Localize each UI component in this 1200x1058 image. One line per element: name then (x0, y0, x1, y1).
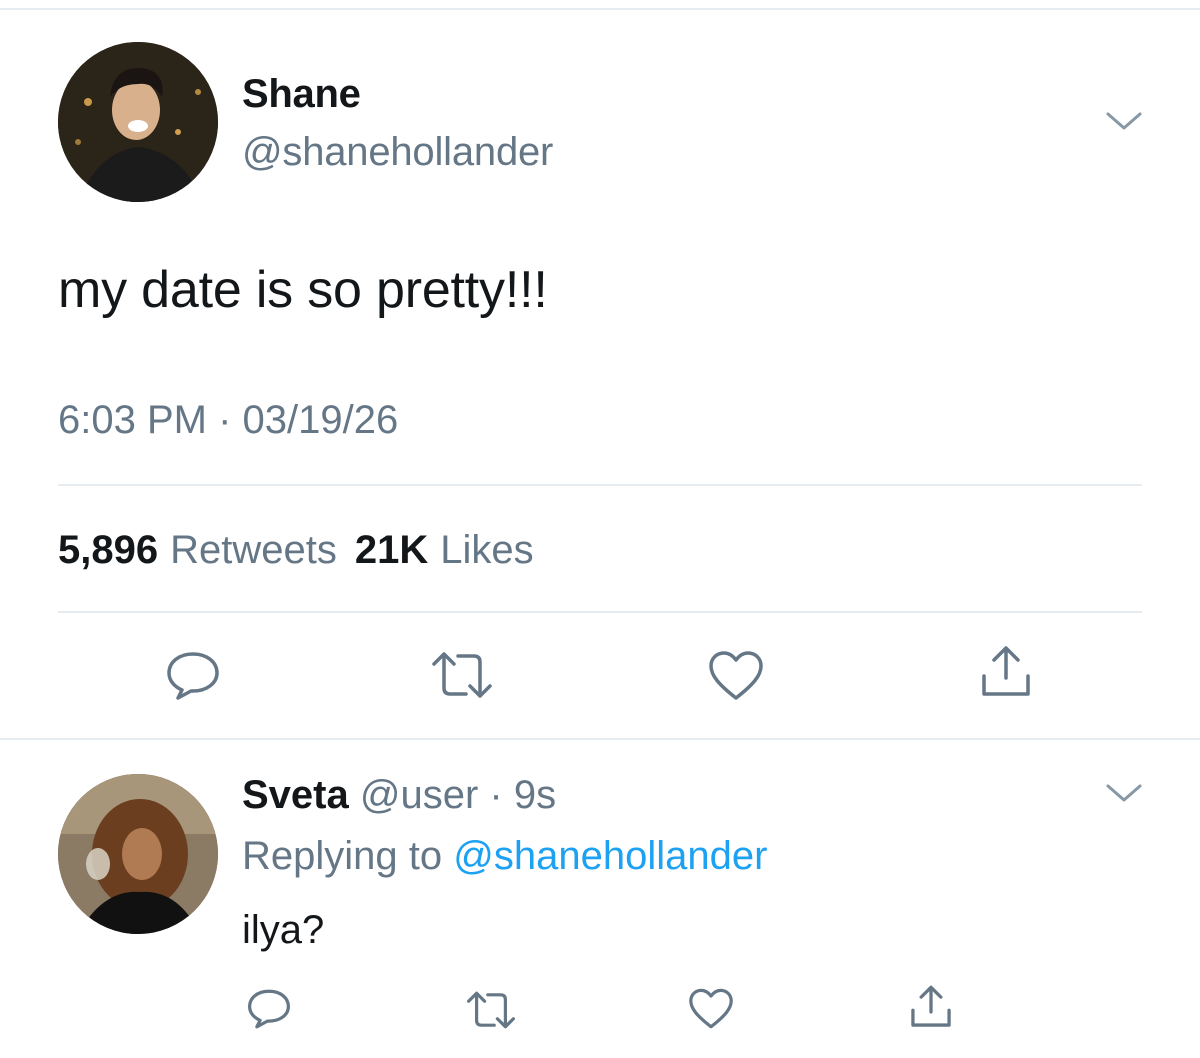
reply-author-name[interactable]: Sveta (242, 773, 349, 817)
reply-text: ilya? (242, 908, 325, 952)
tweet-stats: 5,896 Retweets 21K Likes (58, 528, 540, 573)
likes-count[interactable]: 21K (355, 528, 428, 573)
share-icon (982, 646, 1030, 696)
replying-to: Replying to @shanehollander (242, 834, 767, 879)
replying-handle-link[interactable]: @shanehollander (453, 834, 767, 878)
retweets-count[interactable]: 5,896 (58, 528, 158, 573)
chevron-down-icon[interactable] (1104, 782, 1144, 806)
share-icon (911, 985, 951, 1027)
section-divider (0, 738, 1200, 740)
reply-author-avatar[interactable] (58, 774, 218, 934)
reply-header: Sveta @user · 9s (242, 773, 556, 818)
author-avatar-image (58, 42, 218, 202)
retweets-label[interactable]: Retweets (170, 528, 337, 573)
retweet-button[interactable] (430, 650, 494, 700)
author-handle[interactable]: @shanehollander (242, 130, 553, 175)
speech-bubble-icon (167, 652, 219, 700)
replying-prefix: Replying to (242, 834, 443, 878)
speech-bubble-icon (248, 989, 290, 1029)
reply-time: · 9s (489, 773, 557, 817)
share-button[interactable] (978, 644, 1034, 700)
reply-reply-button[interactable] (246, 988, 292, 1030)
top-divider (0, 8, 1200, 10)
heart-icon (689, 988, 733, 1029)
divider (58, 611, 1142, 613)
author-avatar[interactable] (58, 42, 218, 202)
reply-button[interactable] (165, 650, 221, 702)
reply-retweet-button[interactable] (465, 990, 517, 1030)
retweet-icon (466, 991, 515, 1029)
likes-label[interactable]: Likes (440, 528, 533, 573)
reply-author-handle[interactable]: @user (360, 773, 478, 817)
chevron-down-icon[interactable] (1104, 110, 1144, 134)
retweet-icon (432, 652, 492, 698)
reply-avatar-image (58, 774, 218, 934)
like-button[interactable] (708, 650, 764, 702)
author-name[interactable]: Shane (242, 72, 361, 117)
reply-like-button[interactable] (688, 988, 734, 1030)
tweet-text: my date is so pretty!!! (58, 261, 548, 319)
reply-share-button[interactable] (908, 984, 954, 1030)
tweet-timestamp[interactable]: 6:03 PM · 03/19/26 (58, 398, 398, 443)
heart-icon (709, 651, 763, 700)
divider (58, 484, 1142, 486)
